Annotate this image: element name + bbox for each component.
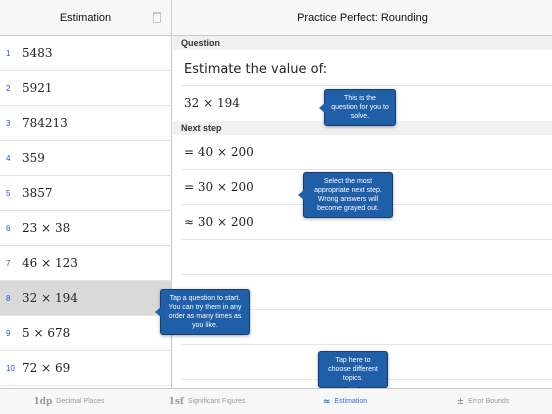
question-expression: 784213 <box>22 116 68 130</box>
tooltip-arrow <box>155 307 161 317</box>
next-step-tooltip: Select the most appropriate next step. W… <box>298 172 393 218</box>
row-number: 9 <box>6 328 11 338</box>
question-row-selected[interactable]: 8 32 × 194 <box>0 281 172 316</box>
question-section-header: Question <box>173 36 552 50</box>
tab-error-bounds[interactable]: ± Error Bounds <box>414 389 552 414</box>
questions-panel: Estimation 1 5483 2 5921 3 784213 4 359 5 385… <box>0 0 172 388</box>
row-number: 8 <box>6 293 11 303</box>
question-row[interactable]: 3 784213 <box>0 106 172 141</box>
detail-header: Practice Perfect: Rounding <box>173 0 552 36</box>
question-row[interactable]: 2 5921 <box>0 71 172 106</box>
question-list: 1 5483 2 5921 3 784213 4 359 5 3857 6 23 × 38 … <box>0 36 172 386</box>
row-number: 4 <box>6 153 11 163</box>
question-expression: 359 <box>22 151 45 165</box>
tab-label: Decimal Places <box>56 398 105 405</box>
question-tooltip: This is the question for you to solve. <box>319 89 396 126</box>
row-number: 5 <box>6 188 11 198</box>
question-row[interactable]: 10 72 × 69 <box>0 351 172 386</box>
significant-figures-icon: 1sf <box>168 396 184 407</box>
trash-icon[interactable] <box>153 12 161 23</box>
question-expression: 5921 <box>22 81 53 95</box>
row-number: 3 <box>6 118 11 128</box>
question-row[interactable]: 5 3857 <box>0 176 172 211</box>
empty-row <box>181 240 552 275</box>
question-expression: 3857 <box>22 186 53 200</box>
plus-minus-icon: ± <box>456 396 465 407</box>
row-number: 10 <box>6 363 15 373</box>
question-row[interactable]: 1 5483 <box>0 36 172 71</box>
tab-label: Estimation <box>334 398 368 405</box>
page-title: Practice Perfect: Rounding <box>297 11 428 24</box>
topics-tooltip: Tap here to choose different topics. <box>318 351 388 393</box>
tab-label: Error Bounds <box>468 398 510 405</box>
tab-decimal-places[interactable]: 1dp Decimal Places <box>0 389 138 414</box>
question-expression: 72 × 69 <box>22 361 71 375</box>
question-row[interactable]: 9 5 × 678 <box>0 316 172 351</box>
tab-significant-figures[interactable]: 1sf Significant Figures <box>138 389 276 414</box>
start-tooltip: Tap a question to start. You can try the… <box>155 289 250 335</box>
row-number: 7 <box>6 258 11 268</box>
question-expression: 23 × 38 <box>22 221 71 235</box>
panel-title: Estimation <box>59 11 112 24</box>
tab-bar: 1dp Decimal Places 1sf Significant Figur… <box>0 388 552 414</box>
question-expression: 5 × 678 <box>22 326 71 340</box>
tab-label: Significant Figures <box>187 398 246 405</box>
question-row[interactable]: 4 359 <box>0 141 172 176</box>
step-option[interactable]: = 40 × 200 <box>181 135 552 170</box>
question-expression: 32 × 194 <box>22 291 78 305</box>
question-prompt: Estimate the value of: <box>181 50 552 86</box>
tooltip-text: Tap a question to start. You can try the… <box>168 295 242 329</box>
row-number: 2 <box>6 83 11 93</box>
row-number: 6 <box>6 223 11 233</box>
tab-estimation[interactable]: ≈ Estimation <box>276 389 414 414</box>
row-number: 1 <box>6 48 11 58</box>
decimal-places-icon: 1dp <box>33 396 53 407</box>
approx-icon: ≈ <box>322 396 331 407</box>
tooltip-text: This is the question for you to solve. <box>331 95 389 120</box>
question-expression: 46 × 123 <box>22 256 78 270</box>
question-row[interactable]: 6 23 × 38 <box>0 211 172 246</box>
tooltip-arrow <box>298 190 304 200</box>
question-expression: 5483 <box>22 46 53 60</box>
questions-header: Estimation <box>0 0 171 36</box>
tooltip-text: Select the most appropriate next step. W… <box>314 178 382 212</box>
tooltip-text: Tap here to choose different topics. <box>328 357 378 382</box>
question-row[interactable]: 7 46 × 123 <box>0 246 172 281</box>
tooltip-arrow <box>319 102 325 113</box>
